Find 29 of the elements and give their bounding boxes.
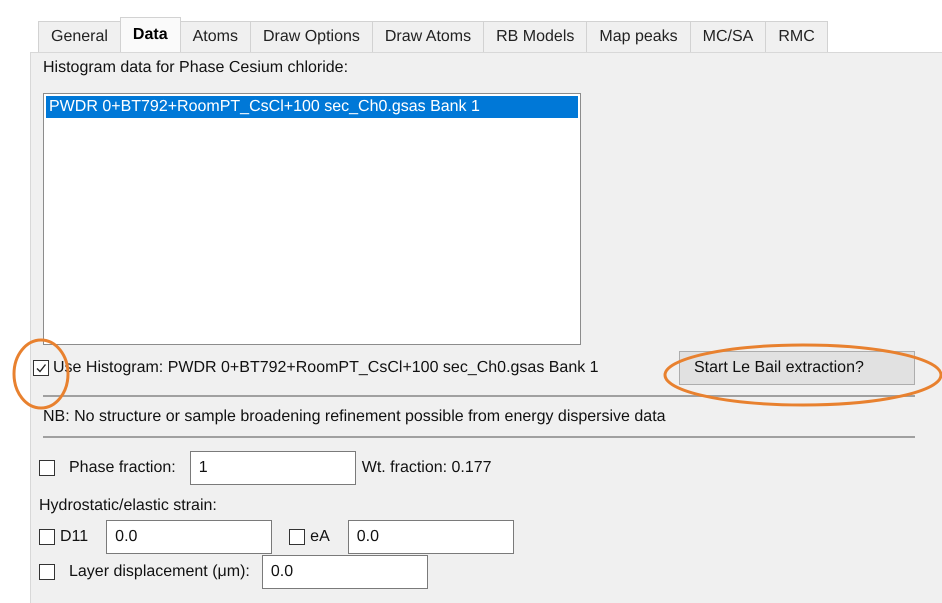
weight-fraction-text: Wt. fraction: 0.177: [362, 459, 492, 477]
checkbox[interactable]: [33, 360, 49, 376]
tab[interactable]: RB Models: [483, 21, 588, 52]
tab[interactable]: Data: [120, 17, 181, 52]
field-label: D11: [60, 528, 88, 546]
checkbox[interactable]: [39, 564, 55, 580]
tab[interactable]: Atoms: [180, 21, 251, 52]
tab[interactable]: Draw Options: [250, 21, 373, 52]
tab[interactable]: General: [38, 21, 121, 52]
field-label: eA: [310, 528, 330, 546]
field-label: Layer displacement (μm):: [69, 563, 250, 581]
field-label: Phase fraction:: [69, 459, 176, 477]
tab[interactable]: Draw Atoms: [372, 21, 484, 52]
input-field[interactable]: 0.0: [106, 520, 272, 554]
checkbox[interactable]: [289, 529, 306, 545]
tab[interactable]: RMC: [765, 21, 828, 52]
le-bail-button[interactable]: Start Le Bail extraction?: [679, 351, 915, 385]
section-label: Hydrostatic/elastic strain:: [39, 497, 218, 515]
tab[interactable]: Map peaks: [586, 21, 691, 52]
input-field[interactable]: 1: [190, 451, 356, 485]
list-item[interactable]: PWDR 0+BT792+RoomPT_CsCl+100 sec_Ch0.gsas Bank 1: [46, 96, 578, 118]
section-label: Histogram data for Phase Cesium chloride:: [43, 59, 350, 77]
checkbox[interactable]: [39, 529, 55, 545]
checkbox[interactable]: [39, 460, 55, 476]
input-field[interactable]: 0.0: [262, 555, 428, 589]
note-text: NB: No structure or sample broadening refinement possible from energy dispersive data: [43, 408, 667, 426]
check-icon: [35, 362, 47, 374]
input-field[interactable]: 0.0: [348, 520, 514, 554]
tab[interactable]: MC/SA: [690, 21, 766, 52]
